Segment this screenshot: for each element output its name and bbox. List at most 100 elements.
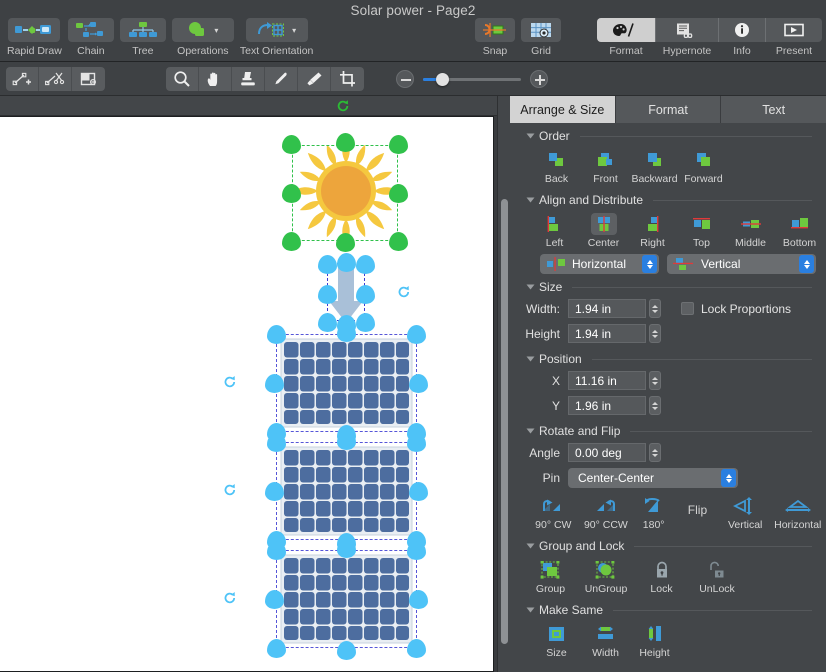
bring-forward-button[interactable]: Forward <box>679 149 728 185</box>
operations-button[interactable]: ▾ Operations <box>169 18 237 57</box>
panel2-handle-tl[interactable] <box>267 433 286 452</box>
inspector-segment-control[interactable] <box>597 18 822 42</box>
grid-button-face[interactable] <box>521 18 561 42</box>
panel3-handle-tr[interactable] <box>407 541 426 560</box>
align-left-button[interactable]: Left <box>530 213 579 249</box>
panel3-handle-bc[interactable] <box>337 641 356 660</box>
panel1-handle-tc[interactable] <box>337 323 356 342</box>
lock-proportions-row[interactable]: Lock Proportions <box>681 302 791 316</box>
refresh-icon[interactable] <box>336 99 350 113</box>
sun-handle-tr[interactable] <box>389 135 408 154</box>
rotate-180-button[interactable]: 180° <box>633 495 674 531</box>
arrow-handle-bl[interactable] <box>318 313 337 332</box>
distribute-vertical-stepper[interactable] <box>799 255 814 273</box>
disclosure-triangle-icon-3[interactable] <box>526 284 535 290</box>
position-section-header[interactable]: Position <box>510 346 826 368</box>
snap-button-face[interactable] <box>475 18 515 42</box>
arrow-handle-tc[interactable] <box>337 253 356 272</box>
operations-button-face[interactable]: ▾ <box>171 18 234 42</box>
panel2-handle-tr[interactable] <box>407 433 426 452</box>
cut-point-icon[interactable] <box>39 67 72 91</box>
panel1-handle-ml[interactable] <box>265 374 284 393</box>
bring-to-front-button[interactable]: Front <box>581 149 630 185</box>
sun-handle-mr[interactable] <box>389 184 408 203</box>
send-backward-button[interactable]: Backward <box>630 149 679 185</box>
sun-handle-tc[interactable] <box>336 133 355 152</box>
brush-tool-icon[interactable] <box>298 67 331 91</box>
solar-panel-1-group[interactable] <box>224 323 428 444</box>
mask-icon[interactable] <box>72 67 105 91</box>
y-input[interactable]: 1.96 in <box>568 396 646 415</box>
panel3-rotate-handle-icon[interactable] <box>223 591 237 605</box>
panel1-handle-tl[interactable] <box>267 325 286 344</box>
zoom-slider-thumb[interactable] <box>436 72 449 86</box>
unlock-button[interactable]: UnLock <box>686 559 748 595</box>
height-stepper[interactable] <box>649 324 661 343</box>
disclosure-triangle-icon-5[interactable] <box>526 428 535 434</box>
panel1-rotate-handle-icon[interactable] <box>223 375 237 389</box>
panel3-handle-tc[interactable] <box>337 539 356 558</box>
angle-input[interactable]: 0.00 deg <box>568 443 646 462</box>
make-same-size-button[interactable]: Size <box>532 623 581 659</box>
tab-text[interactable]: Text <box>721 96 826 123</box>
align-bottom-button[interactable]: Bottom <box>775 213 824 249</box>
y-stepper[interactable] <box>649 396 661 415</box>
align-right-button[interactable]: Right <box>628 213 677 249</box>
make-same-width-button[interactable]: Width <box>581 623 630 659</box>
x-stepper[interactable] <box>649 371 661 390</box>
arrow-handle-mr[interactable] <box>356 285 375 304</box>
panel2-rotate-handle-icon[interactable] <box>223 483 237 497</box>
info-button[interactable] <box>719 18 765 42</box>
hand-tool-icon[interactable] <box>199 67 232 91</box>
flip-horizontal-button[interactable]: Horizontal <box>770 495 826 531</box>
align-center-button[interactable]: Center <box>579 213 628 249</box>
tree-button-face[interactable] <box>119 18 166 42</box>
group-lock-section-header[interactable]: Group and Lock <box>510 533 826 555</box>
align-top-button[interactable]: Top <box>677 213 726 249</box>
distribute-horizontal-stepper[interactable] <box>642 255 658 273</box>
text-orientation-button[interactable]: ▾ Text Orientation <box>237 18 317 57</box>
disclosure-triangle-icon-4[interactable] <box>526 356 535 362</box>
ungroup-button[interactable]: UnGroup <box>575 559 637 595</box>
disclosure-triangle-icon[interactable] <box>526 133 535 139</box>
tab-arrange-size[interactable]: Arrange & Size <box>510 96 616 123</box>
zoom-slider-track[interactable] <box>423 72 521 86</box>
make-same-section-header[interactable]: Make Same <box>510 597 826 619</box>
tree-button[interactable]: Tree <box>117 18 169 57</box>
sun-handle-ml[interactable] <box>282 184 301 203</box>
panel3-handle-ml[interactable] <box>265 590 284 609</box>
distribute-horizontal-popup[interactable]: Horizontal <box>540 254 660 274</box>
snap-button[interactable]: Snap <box>472 18 518 57</box>
rotate-section-header[interactable]: Rotate and Flip <box>510 418 826 440</box>
group-button[interactable]: Group <box>526 559 575 595</box>
panel1-handle-mr[interactable] <box>409 374 428 393</box>
operations-chevron-down-icon[interactable]: ▾ <box>214 26 218 35</box>
align-section-header[interactable]: Align and Distribute <box>510 187 826 209</box>
sun-handle-bc[interactable] <box>336 233 355 252</box>
disclosure-triangle-icon-7[interactable] <box>526 607 535 613</box>
disclosure-triangle-icon-6[interactable] <box>526 543 535 549</box>
arrow-rotate-handle-icon[interactable] <box>397 285 411 299</box>
panel3-handle-br[interactable] <box>407 639 426 658</box>
eyedropper-tool-icon[interactable] <box>265 67 298 91</box>
arrow-handle-tl[interactable] <box>318 255 337 274</box>
width-stepper[interactable] <box>649 299 661 318</box>
size-section-header[interactable]: Size <box>510 274 826 296</box>
format-button[interactable] <box>597 18 655 42</box>
rotate-cw-button[interactable]: 90° CW <box>528 495 579 531</box>
present-button[interactable] <box>766 18 822 42</box>
panel2-handle-ml[interactable] <box>265 482 284 501</box>
zoom-tool-icon[interactable] <box>166 67 199 91</box>
panel3-handle-bl[interactable] <box>267 639 286 658</box>
sun-handle-br[interactable] <box>389 232 408 251</box>
rapid-draw-button[interactable]: Rapid Draw <box>4 18 65 57</box>
rotate-ccw-button[interactable]: 90° CCW <box>579 495 634 531</box>
disclosure-triangle-icon-2[interactable] <box>526 197 535 203</box>
panel3-handle-mr[interactable] <box>409 590 428 609</box>
distribute-vertical-popup[interactable]: Vertical <box>667 254 816 274</box>
width-input[interactable]: 1.94 in <box>568 299 646 318</box>
stamp-tool-icon[interactable] <box>232 67 265 91</box>
zoom-out-icon[interactable] <box>396 70 414 88</box>
height-input[interactable]: 1.94 in <box>568 324 646 343</box>
x-input[interactable]: 11.16 in <box>568 371 646 390</box>
